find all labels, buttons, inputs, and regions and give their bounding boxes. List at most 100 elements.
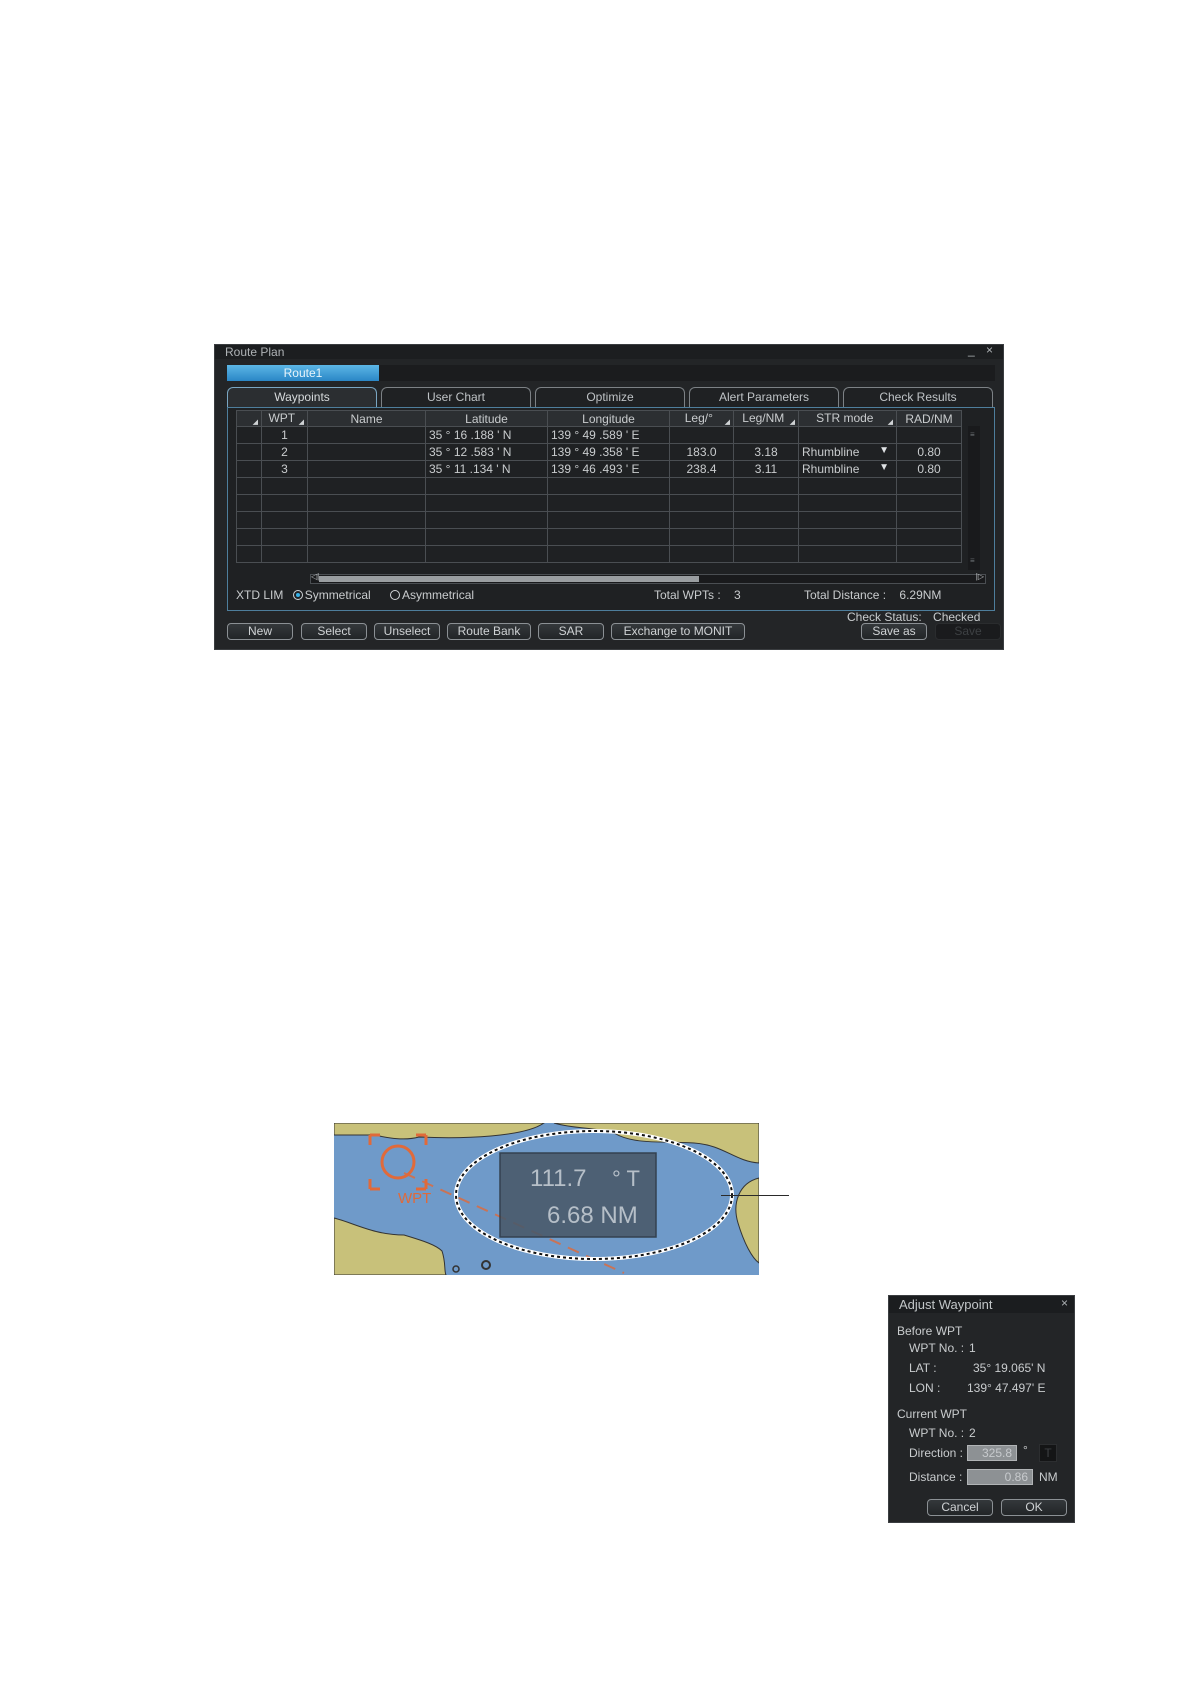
direction-field[interactable]: 325.8 (967, 1445, 1017, 1461)
table-row[interactable]: 1 35 ° 16 .188 ' N 139 ° 49 .589 ' E (236, 426, 962, 444)
tab-alert-parameters[interactable]: Alert Parameters (689, 387, 839, 407)
before-wpt-no-value: 1 (969, 1341, 976, 1355)
direction-label: Direction : (909, 1446, 964, 1460)
true-north-toggle[interactable]: T (1039, 1444, 1057, 1462)
empty-table-row[interactable] (236, 528, 962, 546)
str-mode-cell[interactable] (798, 426, 897, 444)
route-bank-button[interactable]: Route Bank (447, 623, 531, 640)
latitude-cell[interactable]: 35 ° 12 .583 ' N (425, 443, 548, 461)
table-row[interactable]: 2 35 ° 12 .583 ' N 139 ° 49 .358 ' E 183… (236, 443, 962, 461)
column-leg-deg-header[interactable]: Leg/° ◢ (669, 410, 734, 427)
empty-table-row[interactable] (236, 545, 962, 563)
new-button[interactable]: New (227, 623, 293, 640)
empty-table-row[interactable] (236, 511, 962, 529)
latitude-cell[interactable]: 35 ° 16 .188 ' N (425, 426, 548, 444)
wpt-cell: 2 (261, 443, 308, 461)
dropdown-arrow-icon[interactable]: ▼ (879, 462, 889, 473)
radio-symmetrical[interactable]: Symmetrical (292, 588, 371, 602)
sort-triangle-icon: ◢ (789, 419, 795, 426)
column-label: WPT (268, 411, 296, 426)
horizontal-scroll-thumb[interactable] (319, 576, 699, 582)
direction-unit: ° (1023, 1443, 1028, 1457)
radio-selected-icon[interactable] (292, 590, 303, 600)
column-name-header[interactable]: Name (307, 410, 426, 427)
before-wpt-no-label: WPT No. : (909, 1341, 965, 1355)
name-cell[interactable] (307, 443, 426, 461)
longitude-cell[interactable]: 139 ° 46 .493 ' E (547, 460, 670, 478)
str-mode-cell[interactable]: Rhumbline ▼ (798, 443, 897, 461)
unselect-button[interactable]: Unselect (374, 623, 440, 640)
horizontal-scrollbar[interactable]: ◁| |▷ (310, 572, 986, 584)
sar-button[interactable]: SAR (538, 623, 604, 640)
save-button[interactable]: Save (935, 623, 1001, 640)
longitude-cell[interactable]: 139 ° 49 .358 ' E (547, 443, 670, 461)
exchange-to-monit-button[interactable]: Exchange to MONIT (611, 623, 745, 640)
scroll-bottom-icon[interactable]: ≡ (970, 556, 975, 565)
scroll-top-icon[interactable]: ≡ (970, 430, 975, 439)
name-cell[interactable] (307, 460, 426, 478)
column-wpt-header[interactable]: WPT ◢ (261, 410, 308, 427)
current-wpt-no-value: 2 (969, 1426, 976, 1440)
table-header-row: ◢ WPT ◢ Name Latitude Longitude Leg/° ◢ Le… (236, 410, 962, 427)
total-wpts-label: Total WPTs : (654, 588, 721, 602)
close-icon[interactable]: × (1061, 1296, 1068, 1310)
scroll-right-icon[interactable]: |▷ (976, 572, 984, 581)
column-str-mode-header[interactable]: STR mode ◢ (798, 410, 897, 427)
dialog-titlebar: Adjust Waypoint × (889, 1296, 1074, 1313)
rad-cell[interactable]: 0.80 (896, 460, 962, 478)
empty-table-row[interactable] (236, 477, 962, 495)
lat-value: 35° 19.065' N (973, 1361, 1046, 1375)
leg-nm-cell (733, 426, 799, 444)
column-leg-nm-header[interactable]: Leg/NM ◢ (733, 410, 799, 427)
radio-unselected-icon[interactable] (390, 590, 401, 600)
row-select-cell[interactable] (236, 460, 262, 478)
column-longitude-header[interactable]: Longitude (547, 410, 670, 427)
window-controls[interactable]: _ × (968, 343, 997, 357)
current-wpt-no-label: WPT No. : (909, 1426, 965, 1440)
distance-readout: 6.68 NM (547, 1202, 638, 1229)
chart-map-view[interactable]: WPT 111.7 ° T 6.68 NM (334, 1123, 759, 1275)
vertical-scrollbar[interactable]: ≡ ≡ (968, 426, 980, 570)
total-wpts: Total WPTs : 3 (654, 588, 741, 602)
xtd-lim-row: XTD LIM Symmetrical Asymmetrical (236, 588, 474, 602)
leg-deg-cell: 183.0 (669, 443, 734, 461)
name-cell[interactable] (307, 426, 426, 444)
column-rad-header[interactable]: RAD/NM (896, 410, 962, 427)
row-select-cell[interactable] (236, 426, 262, 444)
tab-check-results[interactable]: Check Results (843, 387, 993, 407)
table-row[interactable]: 3 35 ° 11 .134 ' N 139 ° 46 .493 ' E 238… (236, 460, 962, 478)
bearing-readout: 111.7 (530, 1165, 587, 1192)
rad-cell[interactable]: 0.80 (896, 443, 962, 461)
longitude-cell[interactable]: 139 ° 49 .589 ' E (547, 426, 670, 444)
chart-map-graphic: WPT 111.7 ° T 6.68 NM (334, 1123, 759, 1275)
wpt-map-label: WPT (398, 1190, 431, 1207)
sort-triangle-icon: ◢ (252, 419, 258, 426)
select-button[interactable]: Select (301, 623, 367, 640)
route-tab-route1[interactable]: Route1 (227, 365, 379, 381)
str-mode-cell[interactable]: Rhumbline ▼ (798, 460, 897, 478)
column-latitude-header[interactable]: Latitude (425, 410, 548, 427)
distance-field[interactable]: 0.86 (967, 1469, 1033, 1485)
radio-asymmetrical[interactable]: Asymmetrical (390, 588, 474, 602)
bearing-unit: ° T (612, 1166, 640, 1191)
tab-waypoints[interactable]: Waypoints (227, 387, 377, 407)
cancel-button[interactable]: Cancel (927, 1499, 993, 1516)
tab-optimize[interactable]: Optimize (535, 387, 685, 407)
save-as-button[interactable]: Save as (861, 623, 927, 640)
row-select-cell[interactable] (236, 443, 262, 461)
rad-cell[interactable] (896, 426, 962, 444)
latitude-cell[interactable]: 35 ° 11 .134 ' N (425, 460, 548, 478)
dropdown-arrow-icon[interactable]: ▼ (879, 445, 889, 456)
check-status-value: Checked (933, 610, 981, 624)
tab-bar: Waypoints User Chart Optimize Alert Para… (227, 387, 995, 407)
adjust-waypoint-dialog: Adjust Waypoint × Before WPT WPT No. : 1… (888, 1295, 1075, 1523)
distance-unit: NM (1039, 1470, 1058, 1484)
callout-leader-line (721, 1195, 789, 1196)
ok-button[interactable]: OK (1001, 1499, 1067, 1516)
window-titlebar: Route Plan _ × (215, 343, 1003, 359)
empty-table-row[interactable] (236, 494, 962, 512)
current-wpt-heading: Current WPT (897, 1407, 968, 1421)
column-select-header[interactable]: ◢ (236, 410, 262, 427)
scroll-left-icon[interactable]: ◁| (311, 572, 319, 581)
tab-user-chart[interactable]: User Chart (381, 387, 531, 407)
